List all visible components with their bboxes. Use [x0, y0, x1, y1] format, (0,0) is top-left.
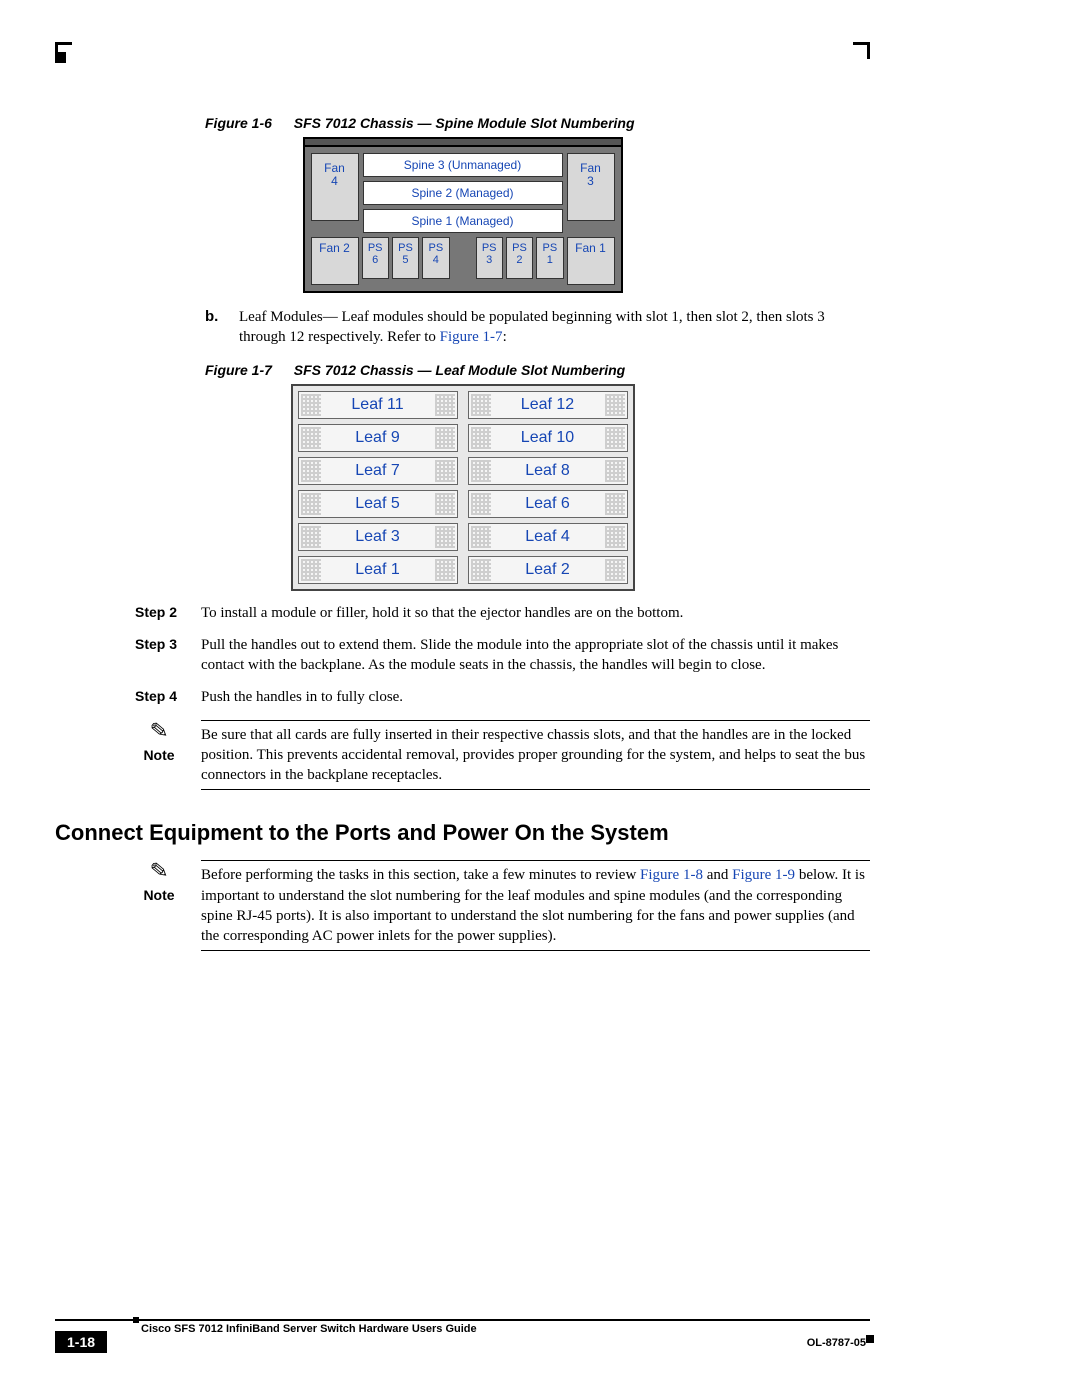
step-2-label: Step 2 [135, 603, 183, 623]
leaf-8-label: Leaf 8 [468, 457, 628, 485]
spine-chassis-diagram: Fan 4 Spine 3 (Unmanaged) Spine 2 (Manag… [303, 137, 623, 293]
fan-4-label: Fan 4 [311, 153, 359, 221]
pencil-icon: ✎ [149, 859, 169, 883]
spine-stack: Spine 3 (Unmanaged) Spine 2 (Managed) Sp… [363, 153, 563, 233]
pencil-icon: ✎ [149, 719, 169, 743]
figure-1-7-link[interactable]: Figure 1-7 [440, 329, 503, 345]
list-b-text-after: : [503, 329, 507, 345]
step-4-row: Step 4 Push the handles in to fully clos… [135, 687, 870, 707]
page: Figure 1-6 SFS 7012 Chassis — Spine Modu… [0, 0, 1080, 1397]
leaf-chassis-diagram: Leaf 11 Leaf 12 Leaf 9 Leaf 10 Leaf 7 Leaf … [291, 384, 635, 591]
ps-6-label: PS 6 [362, 237, 389, 279]
ps-row: Fan 2 PS 6 PS 5 PS 4 PS 3 PS 2 PS 1 Fan … [311, 237, 615, 285]
figure-1-6-title: SFS 7012 Chassis — Spine Module Slot Num… [294, 115, 635, 131]
note-2-body: Before performing the tasks in this sect… [201, 860, 870, 951]
leaf-3-label: Leaf 3 [298, 523, 458, 551]
leaf-5-label: Leaf 5 [298, 490, 458, 518]
figure-1-6-number: Figure 1-6 [205, 115, 272, 131]
fan-1-label: Fan 1 [567, 237, 615, 285]
spine-1-label: Spine 1 (Managed) [363, 209, 563, 233]
leaf-6-label: Leaf 6 [468, 490, 628, 518]
fan-3-label: Fan 3 [567, 153, 615, 221]
step-3-row: Step 3 Pull the handles out to extend th… [135, 635, 870, 676]
spine-3-label: Spine 3 (Unmanaged) [363, 153, 563, 177]
figure-1-7-caption: Figure 1-7 SFS 7012 Chassis — Leaf Modul… [205, 362, 870, 378]
step-4-text: Push the handles in to fully close. [201, 687, 403, 707]
step-2-row: Step 2 To install a module or filler, ho… [135, 603, 870, 623]
note-2-block: ✎ Note Before performing the tasks in th… [135, 860, 870, 951]
footer-page-number: 1-18 [55, 1331, 107, 1353]
note-2-mid: and [703, 867, 732, 883]
figure-1-7-number: Figure 1-7 [205, 362, 272, 378]
page-footer: Cisco SFS 7012 InfiniBand Server Switch … [55, 1319, 870, 1357]
footer-square-right [866, 1335, 874, 1343]
leaf-10-label: Leaf 10 [468, 424, 628, 452]
spine-2-label: Spine 2 (Managed) [363, 181, 563, 205]
list-b-text-before: Leaf Modules— Leaf modules should be pop… [239, 309, 825, 345]
footer-doc-number: OL-8787-05 [807, 1337, 866, 1349]
list-item-b: b. Leaf Modules— Leaf modules should be … [205, 307, 870, 348]
figure-1-8-link[interactable]: Figure 1-8 [640, 867, 703, 883]
list-b-body: Leaf Modules— Leaf modules should be pop… [239, 307, 870, 348]
figure-1-6-caption: Figure 1-6 SFS 7012 Chassis — Spine Modu… [205, 115, 870, 131]
note-1-block: ✎ Note Be sure that all cards are fully … [135, 720, 870, 791]
content-column: Figure 1-6 SFS 7012 Chassis — Spine Modu… [55, 115, 870, 971]
ps-4-label: PS 4 [422, 237, 449, 279]
section-heading: Connect Equipment to the Ports and Power… [55, 820, 870, 846]
fan-2-label: Fan 2 [311, 237, 359, 285]
step-2-text: To install a module or filler, hold it s… [201, 603, 683, 623]
note-1-label: Note [143, 746, 174, 765]
leaf-1-label: Leaf 1 [298, 556, 458, 584]
crop-mark-tr [853, 42, 870, 59]
leaf-12-label: Leaf 12 [468, 391, 628, 419]
leaf-11-label: Leaf 11 [298, 391, 458, 419]
note-2-before: Before performing the tasks in this sect… [201, 867, 640, 883]
note-1-text: Be sure that all cards are fully inserte… [201, 720, 870, 791]
footer-square-left [133, 1317, 139, 1323]
step-4-label: Step 4 [135, 687, 183, 707]
step-3-label: Step 3 [135, 635, 183, 676]
note-2-label: Note [143, 886, 174, 905]
leaf-4-label: Leaf 4 [468, 523, 628, 551]
footer-title: Cisco SFS 7012 InfiniBand Server Switch … [141, 1323, 477, 1335]
ps-2-label: PS 2 [506, 237, 533, 279]
leaf-2-label: Leaf 2 [468, 556, 628, 584]
figure-1-9-link[interactable]: Figure 1-9 [732, 867, 795, 883]
leaf-9-label: Leaf 9 [298, 424, 458, 452]
ps-3-label: PS 3 [476, 237, 503, 279]
ps-5-label: PS 5 [392, 237, 419, 279]
ps-1-label: PS 1 [536, 237, 563, 279]
step-3-text: Pull the handles out to extend them. Sli… [201, 635, 870, 676]
list-b-key: b. [205, 307, 225, 348]
corner-square [55, 52, 66, 63]
leaf-7-label: Leaf 7 [298, 457, 458, 485]
figure-1-7-title: SFS 7012 Chassis — Leaf Module Slot Numb… [294, 362, 625, 378]
